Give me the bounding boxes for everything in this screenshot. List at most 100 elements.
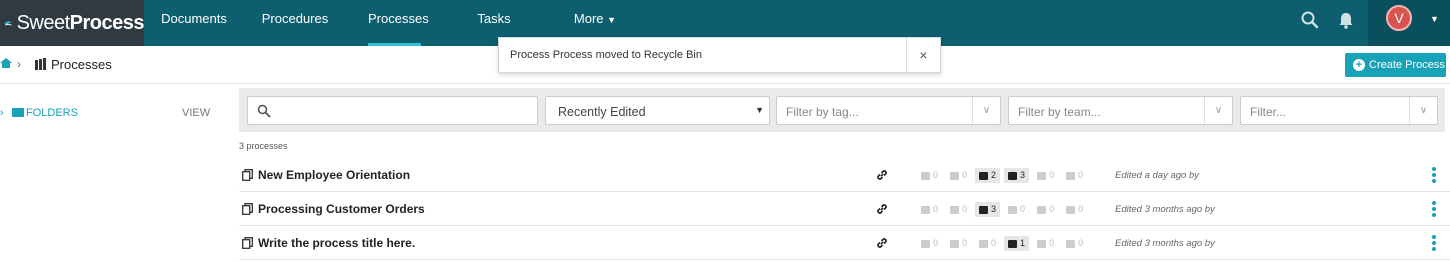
team-count: 0 [946,236,971,251]
create-process-label: Create Process [1369,59,1445,71]
folder-icon [12,108,24,117]
sort-value: Recently Edited [558,105,646,119]
chevron-down-icon: ∨ [1409,97,1437,124]
folder-icon [1066,239,1076,248]
edited-info: Edited 3 months ago by [1115,238,1215,249]
create-process-button[interactable]: + Create Process [1345,53,1446,77]
more-options-icon[interactable] [1429,200,1439,218]
stat-value: 2 [991,170,997,180]
folder-count: 0 [1062,202,1087,217]
process-row[interactable]: New Employee Orientation 0 0 2 3 0 0 Edited a… [239,159,1450,192]
folders-toggle[interactable]: › FOLDERS [0,107,78,119]
stat-value: 3 [1020,170,1026,180]
approval-count: 0 [1033,236,1058,251]
generic-filter-placeholder: Filter... [1250,105,1287,119]
stat-value: 0 [1049,204,1055,214]
folder-count: 0 [1062,168,1087,183]
processes-icon [35,58,46,70]
step-count: 1 [1004,236,1030,251]
approval-count: 0 [1033,168,1058,183]
view-link[interactable]: VIEW [182,107,210,119]
process-title[interactable]: New Employee Orientation [258,168,410,182]
tag-count: 0 [917,202,942,217]
team-icon [950,205,960,214]
stat-value: 0 [1078,204,1084,214]
breadcrumb-current: Processes [51,57,112,72]
stat-value: 0 [933,238,939,248]
process-stats: 0 0 2 3 0 0 [917,168,1087,183]
tag-icon [921,239,930,248]
tag-filter-placeholder: Filter by tag... [786,105,859,119]
process-stats: 0 0 3 0 0 0 [917,202,1087,217]
tag-icon [921,171,930,180]
sweetprocess-logo-icon [4,21,13,26]
home-icon[interactable] [0,57,12,69]
process-title[interactable]: Write the process title here. [258,236,415,250]
stat-value: 0 [1078,238,1084,248]
stat-value: 0 [1020,204,1026,214]
process-icon [242,203,253,215]
chevron-down-icon: ∨ [1204,97,1232,124]
process-icon [242,169,253,181]
process-row[interactable]: Write the process title here. 0 0 0 1 0 0 Edi… [239,227,1450,260]
close-icon[interactable]: × [906,38,940,72]
step-count: 3 [1004,168,1030,183]
stat-value: 0 [962,204,968,214]
stat-value: 0 [1049,170,1055,180]
document-count: 3 [975,202,1001,217]
link-icon[interactable] [875,168,889,182]
search-icon[interactable] [1300,10,1320,30]
nav-procedures[interactable]: Procedures [254,0,336,46]
stat-value: 0 [962,238,968,248]
nav-documents[interactable]: Documents [152,0,236,46]
link-icon[interactable] [875,236,889,250]
tag-count: 0 [917,168,942,183]
approval-icon [1037,205,1047,214]
more-options-icon[interactable] [1429,166,1439,184]
document-count: 2 [975,168,1001,183]
team-count: 0 [946,202,971,217]
stat-value: 0 [1049,238,1055,248]
process-row[interactable]: Processing Customer Orders 0 0 3 0 0 0 Edited… [239,193,1450,226]
avatar[interactable]: V [1386,5,1412,31]
team-filter[interactable]: Filter by team... ∨ [1008,96,1233,125]
nav-processes[interactable]: Processes [368,0,429,46]
link-icon[interactable] [875,202,889,216]
stat-value: 0 [962,170,968,180]
logo[interactable]: SweetProcess [0,0,145,46]
sort-select[interactable]: Recently Edited ▼ [545,96,770,125]
user-menu-chevron-icon[interactable]: ▼ [1430,14,1439,24]
team-count: 0 [946,168,971,183]
stat-value: 0 [991,238,997,248]
process-count: 3 processes [239,141,288,151]
logo-text: SweetProcess [16,11,145,34]
stat-value: 3 [991,204,997,214]
edited-info: Edited 3 months ago by [1115,204,1215,215]
document-count: 0 [975,236,1000,251]
stat-value: 0 [933,204,939,214]
team-filter-placeholder: Filter by team... [1018,105,1101,119]
step-icon [1008,239,1018,248]
plus-circle-icon: + [1353,59,1365,71]
step-icon [1008,205,1018,214]
chevron-right-icon: › [0,107,4,119]
more-options-icon[interactable] [1429,234,1439,252]
folder-icon [1066,171,1076,180]
approval-icon [1037,239,1047,248]
sidebar: › FOLDERS VIEW [0,85,228,262]
approval-count: 0 [1033,202,1058,217]
bell-icon[interactable] [1336,10,1356,30]
toast-message: Process Process moved to Recycle Bin [510,49,702,61]
chevron-down-icon: ▼ [607,15,617,25]
stat-value: 0 [1078,170,1084,180]
stat-value: 0 [933,170,939,180]
search-input[interactable] [247,96,538,125]
process-title[interactable]: Processing Customer Orders [258,202,425,216]
stat-value: 1 [1020,238,1026,248]
chevron-right-icon: › [17,57,21,71]
approval-icon [1037,171,1047,180]
document-icon [979,171,989,180]
tag-filter[interactable]: Filter by tag... ∨ [776,96,1001,125]
step-count: 0 [1004,202,1029,217]
generic-filter[interactable]: Filter... ∨ [1240,96,1438,125]
